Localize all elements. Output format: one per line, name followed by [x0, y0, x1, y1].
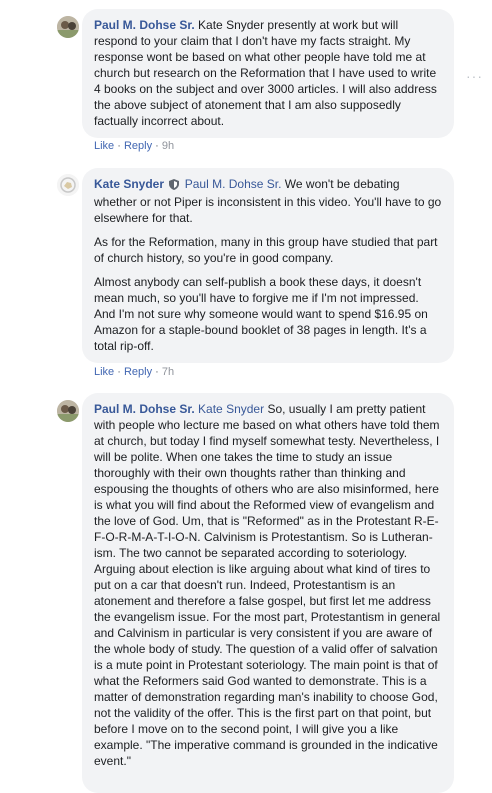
- timestamp[interactable]: 7h: [162, 366, 174, 378]
- comment-bubble: Paul M. Dohse Sr. Kate Snyder presently …: [82, 9, 454, 138]
- separator: ·: [155, 366, 159, 378]
- timestamp[interactable]: 9h: [162, 140, 174, 152]
- comment-text: Almost anybody can self-publish a book t…: [94, 275, 428, 353]
- comment-actions: Like · Reply · 9h: [94, 140, 174, 152]
- comment-actions: Like · Reply · 7h: [94, 366, 174, 378]
- avatar-image: [57, 16, 79, 38]
- comment-author[interactable]: Kate Snyder: [94, 177, 164, 191]
- reply-link[interactable]: Reply: [124, 366, 152, 378]
- like-link[interactable]: Like: [94, 140, 114, 152]
- separator: ·: [117, 140, 121, 152]
- like-link[interactable]: Like: [94, 366, 114, 378]
- avatar[interactable]: [57, 174, 79, 196]
- comment-text: So, usually I am pretty patient with peo…: [94, 402, 441, 768]
- avatar-image: [57, 400, 79, 422]
- shield-icon: [169, 178, 180, 194]
- avatar[interactable]: [57, 16, 79, 38]
- comment-bubble: Kate Snyder Paul M. Dohse Sr. We won't b…: [82, 168, 454, 363]
- avatar-image: [57, 174, 79, 196]
- comment-author[interactable]: Paul M. Dohse Sr.: [94, 402, 195, 416]
- mention-link[interactable]: Paul M. Dohse Sr.: [185, 177, 282, 191]
- reply-link[interactable]: Reply: [124, 140, 152, 152]
- comment-text: Kate Snyder presently at work but will r…: [94, 18, 437, 128]
- separator: ·: [155, 140, 159, 152]
- comment-author[interactable]: Paul M. Dohse Sr.: [94, 18, 195, 32]
- avatar[interactable]: [57, 400, 79, 422]
- comment-bubble: Paul M. Dohse Sr. Kate Snyder So, usuall…: [82, 393, 454, 793]
- comment-text: As for the Reformation, many in this gro…: [94, 235, 438, 265]
- separator: ·: [117, 366, 121, 378]
- more-options-icon[interactable]: ···: [466, 68, 483, 84]
- mention-link[interactable]: Kate Snyder: [198, 402, 264, 416]
